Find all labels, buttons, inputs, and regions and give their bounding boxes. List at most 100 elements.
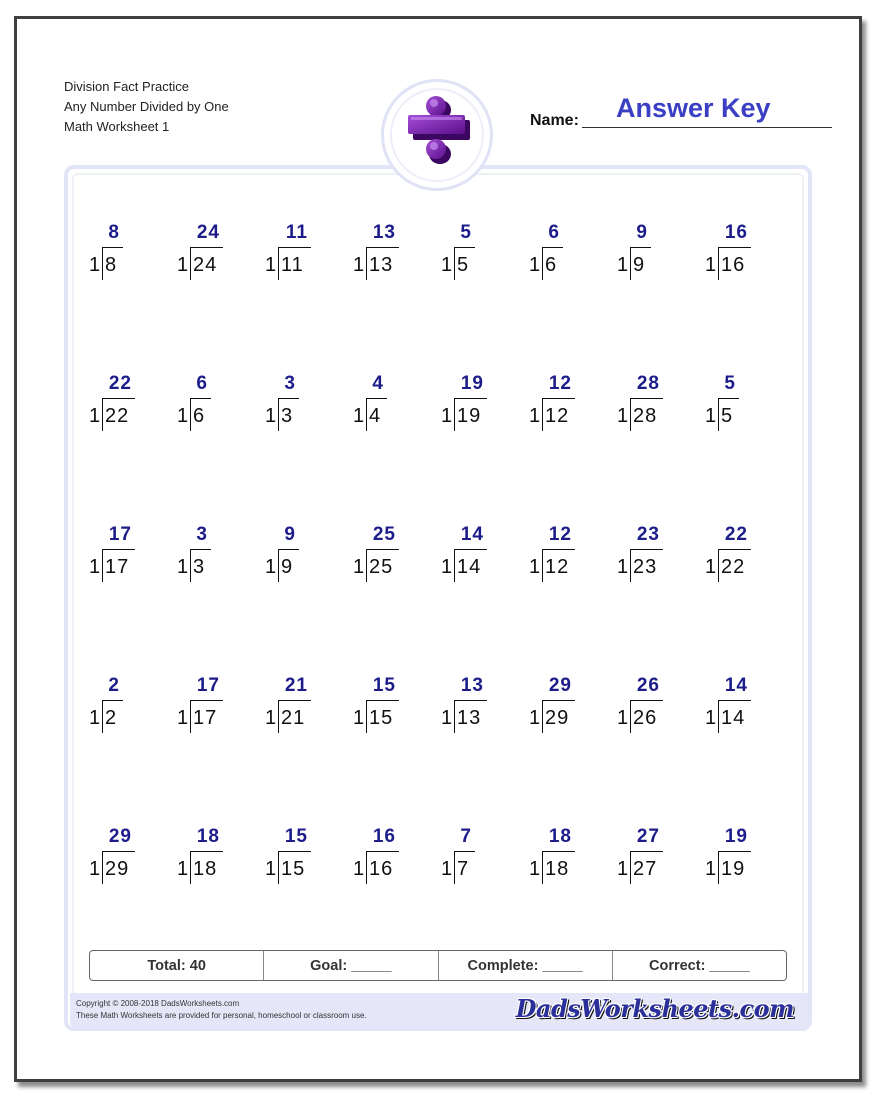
name-field[interactable]: Name: Answer Key: [530, 92, 832, 132]
quotient-answer: 25: [372, 524, 396, 545]
division-problem: 515: [696, 373, 784, 433]
divisor: 1: [265, 707, 277, 729]
dividend: 17: [105, 556, 130, 578]
division-problem: 14 1 14: [432, 524, 520, 584]
divisor: 1: [177, 405, 189, 427]
dividend: 18: [545, 858, 570, 880]
divisor: 1: [265, 405, 277, 427]
title-line-2: Any Number Divided by One: [64, 99, 229, 114]
divisor: 1: [353, 254, 365, 276]
quotient-answer: 29: [548, 675, 572, 696]
division-problem: 19 1 19: [432, 373, 520, 433]
division-problem: 24 1 24: [168, 222, 256, 282]
dividend: 15: [369, 707, 394, 729]
total-count: Total: 40: [90, 951, 265, 980]
quotient-answer: 9: [284, 524, 296, 545]
divisor: 1: [705, 254, 717, 276]
divisor: 1: [265, 858, 277, 880]
division-problem: 22 1 22: [696, 524, 784, 584]
quotient-answer: 6: [196, 373, 208, 394]
division-problem: 919: [608, 222, 696, 282]
dividend: 16: [721, 254, 746, 276]
dividend: 14: [457, 556, 482, 578]
quotient-answer: 3: [284, 373, 296, 394]
quotient-answer: 16: [372, 826, 396, 847]
quotient-answer: 21: [284, 675, 308, 696]
dividend: 27: [633, 858, 658, 880]
divisor: 1: [529, 858, 541, 880]
copyright-text: Copyright © 2008-2018 DadsWorksheets.com…: [76, 998, 367, 1022]
usage-line: These Math Worksheets are provided for p…: [76, 1011, 367, 1020]
divisor: 1: [353, 556, 365, 578]
problem-grid: 8 1 8 24 1 24 11 1 11 13 1 13 5 1 5 6 1 6 9 1 9 16 1 16 22 1 22 6 1 6…: [80, 222, 780, 977]
correct-field[interactable]: Correct: _____: [613, 951, 786, 980]
divisor: 1: [705, 405, 717, 427]
quotient-answer: 22: [724, 524, 748, 545]
dividend: 4: [369, 405, 382, 427]
division-problem: 26 1 26: [608, 675, 696, 735]
division-problem: 515: [432, 222, 520, 282]
divisor: 1: [705, 707, 717, 729]
quotient-answer: 5: [724, 373, 736, 394]
quotient-answer: 27: [636, 826, 660, 847]
quotient-answer: 15: [284, 826, 308, 847]
divisor: 1: [177, 556, 189, 578]
quotient-answer: 24: [196, 222, 220, 243]
division-problem: 616: [520, 222, 608, 282]
divisor: 1: [353, 858, 365, 880]
dividend: 18: [193, 858, 218, 880]
dividend: 3: [281, 405, 294, 427]
quotient-answer: 16: [724, 222, 748, 243]
dividend: 12: [545, 556, 570, 578]
dividend: 5: [457, 254, 470, 276]
quotient-answer: 18: [196, 826, 220, 847]
dividend: 11: [281, 254, 304, 276]
divisor: 1: [705, 556, 717, 578]
dividend: 21: [281, 707, 306, 729]
divisor: 1: [265, 556, 277, 578]
quotient-answer: 13: [372, 222, 396, 243]
divisor: 1: [353, 405, 365, 427]
divisor: 1: [529, 405, 541, 427]
dividend: 25: [369, 556, 394, 578]
division-problem: 27 1 27: [608, 826, 696, 886]
goal-field[interactable]: Goal: _____: [264, 951, 439, 980]
divisor: 1: [441, 858, 453, 880]
dividend: 14: [721, 707, 746, 729]
brand-logo: DadsWorksheets.com: [515, 994, 795, 1023]
divisor: 1: [177, 858, 189, 880]
divisor: 1: [177, 707, 189, 729]
quotient-answer: 4: [372, 373, 384, 394]
divisor: 1: [441, 707, 453, 729]
problem-row: 17 1 17 3 1 3 9 1 9 25 1 25 14 1 14 12 1 12 23 1 23 22 1 22: [80, 524, 780, 675]
divisor: 1: [441, 254, 453, 276]
quotient-answer: 12: [548, 524, 572, 545]
division-problem: 29 1 29: [80, 826, 168, 886]
division-sign-icon: [408, 96, 470, 164]
division-problem: 18 1 18: [520, 826, 608, 886]
quotient-answer: 18: [548, 826, 572, 847]
division-problem: 313: [256, 373, 344, 433]
dividend: 22: [105, 405, 130, 427]
divisor: 1: [353, 707, 365, 729]
dividend: 19: [457, 405, 482, 427]
division-problem: 12 1 12: [520, 524, 608, 584]
dividend: 19: [721, 858, 746, 880]
divisor: 1: [265, 254, 277, 276]
division-problem: 16 1 16: [344, 826, 432, 886]
quotient-answer: 17: [196, 675, 220, 696]
quotient-answer: 19: [724, 826, 748, 847]
dividend: 5: [721, 405, 734, 427]
dividend: 8: [105, 254, 118, 276]
division-problem: 22 1 22: [80, 373, 168, 433]
complete-field[interactable]: Complete: _____: [439, 951, 613, 980]
division-problem: 717: [432, 826, 520, 886]
quotient-answer: 28: [636, 373, 660, 394]
quotient-answer: 22: [108, 373, 132, 394]
divisor: 1: [617, 858, 629, 880]
division-problem: 212: [80, 675, 168, 735]
quotient-answer: 2: [108, 675, 120, 696]
dividend: 16: [369, 858, 394, 880]
quotient-answer: 5: [460, 222, 472, 243]
score-bar: Total: 40 Goal: _____ Complete: _____ Co…: [89, 950, 787, 981]
